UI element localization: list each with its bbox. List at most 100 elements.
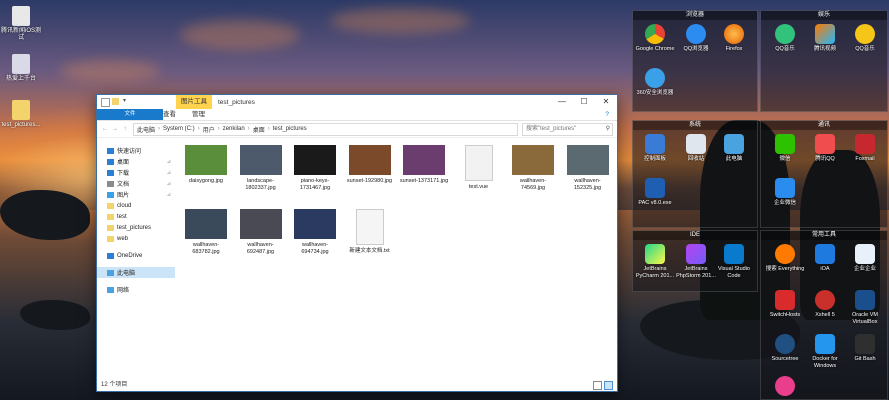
browser-icon bbox=[645, 68, 665, 88]
app-label: 此电脑 bbox=[725, 156, 743, 162]
fence-title: 浏览器 bbox=[633, 11, 757, 20]
app-this-pc[interactable]: 此电脑 bbox=[714, 134, 754, 163]
file-item[interactable]: sunset-1373171.jpg bbox=[399, 145, 449, 185]
app-switchhosts[interactable]: SwitchHosts bbox=[765, 290, 805, 319]
sidebar-item[interactable]: 快速访问 bbox=[97, 145, 175, 156]
desktop-icon-shortcut[interactable]: 热爱上千台 bbox=[1, 54, 41, 83]
file-item[interactable]: daisygong.jpg bbox=[181, 145, 231, 185]
file-item[interactable]: piano-keys-1731467.jpg bbox=[290, 145, 340, 192]
sidebar-item[interactable]: OneDrive bbox=[97, 250, 175, 261]
app-phpstorm[interactable]: JetBrains PhpStorm 201... bbox=[676, 244, 716, 279]
up-button[interactable]: ↑ bbox=[121, 126, 129, 132]
breadcrumb-item[interactable]: 桌面 bbox=[253, 125, 265, 134]
file-item[interactable]: wallhaven-692487.jpg bbox=[236, 209, 286, 256]
sidebar-item[interactable]: 网络 bbox=[97, 284, 175, 295]
tab-file[interactable]: 文件 bbox=[97, 109, 163, 120]
app-qq-music-2[interactable]: QQ音乐 bbox=[845, 24, 885, 53]
breadcrumb-item[interactable]: 此电脑 bbox=[137, 125, 155, 134]
app-qq-browser[interactable]: QQ浏览器 bbox=[676, 24, 716, 53]
file-icon bbox=[12, 6, 30, 26]
chevron-down-icon[interactable]: ▾ bbox=[121, 98, 128, 105]
sidebar-item-label: 快速访问 bbox=[117, 149, 142, 155]
app-enterprise[interactable]: 企业企业 bbox=[845, 244, 885, 273]
desktop-icon-test-pictures[interactable]: test_pictures... bbox=[1, 100, 41, 129]
file-item[interactable]: 新建文本文档.txt bbox=[345, 209, 395, 255]
app-firefox[interactable]: Firefox bbox=[714, 24, 754, 53]
file-item[interactable]: wallhaven-152325.jpg bbox=[563, 145, 613, 192]
app-pac[interactable]: PAC v8.0.exe bbox=[635, 178, 675, 207]
back-button[interactable]: ← bbox=[101, 126, 109, 132]
app-qq-music[interactable]: QQ音乐 bbox=[765, 24, 805, 53]
app-foxmail[interactable]: Foxmail bbox=[845, 134, 885, 163]
file-item[interactable]: landscape-1802337.jpg bbox=[236, 145, 286, 192]
app-qq[interactable]: 腾讯QQ bbox=[805, 134, 845, 163]
enterprise-icon bbox=[855, 244, 875, 264]
sidebar-item[interactable]: cloud bbox=[97, 200, 175, 211]
app-label: 回收站 bbox=[687, 156, 705, 162]
sidebar-item[interactable]: 下载 ⊿ bbox=[97, 167, 175, 178]
app-git-bash[interactable]: Git Bash bbox=[845, 334, 885, 363]
minimize-button[interactable]: — bbox=[551, 95, 573, 109]
file-item[interactable]: sunset-192980.jpg bbox=[345, 145, 395, 185]
app-label: PAC v8.0.exe bbox=[638, 200, 672, 206]
details-view-icon[interactable] bbox=[593, 381, 602, 390]
context-tab-picture-tools[interactable]: 图片工具 bbox=[176, 95, 212, 109]
app-docker[interactable]: Docker for Windows bbox=[805, 334, 845, 369]
pin-icon: ⊿ bbox=[166, 169, 171, 176]
app-label: Docker for Windows bbox=[812, 356, 838, 369]
tab-manage[interactable]: 管理 bbox=[184, 109, 213, 120]
maximize-button[interactable]: ☐ bbox=[573, 95, 595, 109]
app-ioa[interactable]: iOA bbox=[805, 244, 845, 273]
app-vscode[interactable]: Visual Studio Code bbox=[714, 244, 754, 279]
breadcrumb-item[interactable]: System (C:) bbox=[163, 126, 195, 132]
app-360-browser[interactable]: 360安全浏览器 bbox=[635, 68, 675, 97]
app-pink[interactable] bbox=[765, 376, 805, 398]
sidebar-item[interactable]: test bbox=[97, 211, 175, 222]
app-label: SwitchHosts bbox=[769, 312, 801, 318]
sidebar-item[interactable]: 此电脑 bbox=[97, 267, 175, 278]
sidebar-item[interactable]: test_pictures bbox=[97, 222, 175, 233]
sidebar-item[interactable]: 文档 ⊿ bbox=[97, 178, 175, 189]
breadcrumb-item[interactable]: test_pictures bbox=[273, 126, 307, 132]
ioa-icon bbox=[815, 244, 835, 264]
file-name: wallhaven-683782.jpg bbox=[192, 242, 220, 255]
app-label: QQ音乐 bbox=[855, 46, 875, 52]
sidebar-item[interactable]: 桌面 ⊿ bbox=[97, 156, 175, 167]
recycle-bin-icon bbox=[686, 134, 706, 154]
app-chrome[interactable]: Google Chrome bbox=[635, 24, 675, 53]
app-wework[interactable]: 企业微信 bbox=[765, 178, 805, 207]
forward-button[interactable]: → bbox=[111, 126, 119, 132]
new-folder-icon[interactable] bbox=[112, 97, 119, 105]
app-control-panel[interactable]: 控制面板 bbox=[635, 134, 675, 163]
breadcrumb-item[interactable]: zenkilan bbox=[223, 126, 245, 132]
large-icons-view-icon[interactable] bbox=[604, 381, 613, 390]
image-thumbnail bbox=[512, 145, 554, 175]
app-label: Google Chrome bbox=[635, 46, 675, 52]
sidebar-item-label: 桌面 bbox=[117, 160, 130, 166]
app-xshell[interactable]: Xshell 5 bbox=[805, 290, 845, 319]
breadcrumb-item[interactable]: 用户 bbox=[203, 125, 215, 134]
app-virtualbox[interactable]: Oracle VM VirtualBox bbox=[845, 290, 885, 325]
desktop-icon-news[interactable]: 腾讯新闻iOS测试 bbox=[1, 6, 41, 42]
close-button[interactable]: ✕ bbox=[595, 95, 617, 109]
breadcrumb[interactable]: 此电脑 › System (C:) › 用户 › zenkilan › 桌面 › test… bbox=[133, 122, 518, 136]
star-icon bbox=[107, 147, 114, 154]
file-item[interactable]: wallhaven-694734.jpg bbox=[290, 209, 340, 256]
app-wechat[interactable]: 微信 bbox=[765, 134, 805, 163]
sidebar-item[interactable]: web bbox=[97, 233, 175, 244]
file-item[interactable]: test.vue bbox=[454, 145, 504, 191]
pac-icon bbox=[645, 178, 665, 198]
app-everything[interactable]: 搜索 Everything bbox=[765, 244, 805, 273]
file-item[interactable]: wallhaven-74569.jpg bbox=[508, 145, 558, 192]
sidebar-item[interactable]: 图片 ⊿ bbox=[97, 189, 175, 200]
file-item[interactable]: wallhaven-683782.jpg bbox=[181, 209, 231, 256]
help-button[interactable]: ? bbox=[597, 109, 617, 120]
app-tencent-video[interactable]: 腾讯视频 bbox=[805, 24, 845, 53]
app-sourcetree[interactable]: Sourcetree bbox=[765, 334, 805, 363]
search-input[interactable]: 搜索"test_pictures" ⚲ bbox=[522, 122, 613, 136]
app-pycharm[interactable]: JetBrains PyCharm 201... bbox=[635, 244, 675, 279]
properties-icon[interactable] bbox=[101, 97, 110, 107]
app-recycle-bin[interactable]: 回收站 bbox=[676, 134, 716, 163]
wechat-icon bbox=[775, 134, 795, 154]
chrome-icon bbox=[645, 24, 665, 44]
